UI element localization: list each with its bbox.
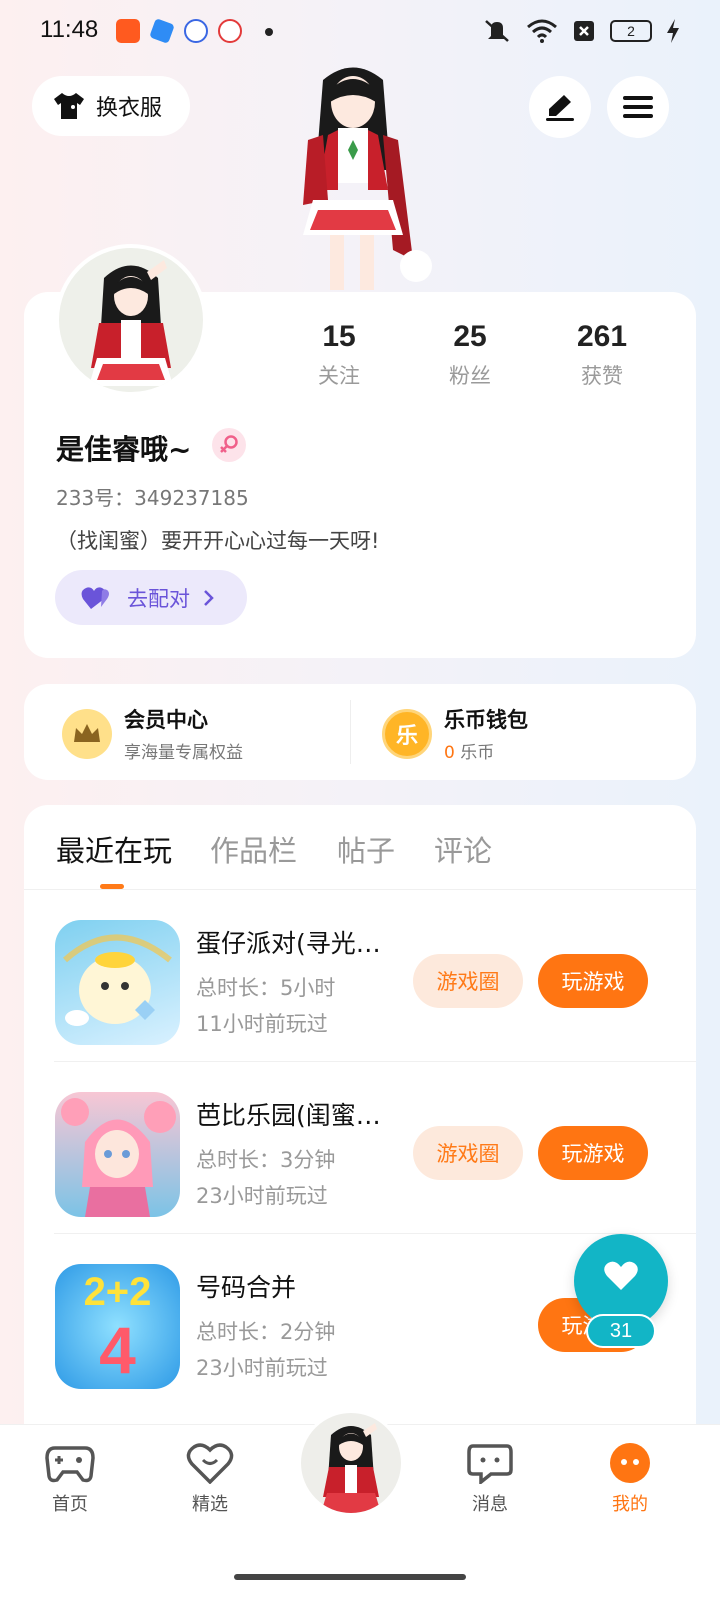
nav-featured[interactable]: 精选: [170, 1442, 250, 1516]
game-duration: 总时长：3分钟: [196, 1148, 336, 1172]
tab-comments[interactable]: 评论: [434, 828, 492, 870]
tshirt-icon: [54, 93, 84, 119]
match-button[interactable]: 去配对: [55, 570, 247, 625]
game-row[interactable]: 芭比乐园(闺蜜… 总时长：3分钟 23小时前玩过 游戏圈 玩游戏: [24, 1062, 696, 1234]
stat-fans[interactable]: 25 粉丝: [415, 320, 525, 390]
game-duration: 总时长：5小时: [196, 976, 336, 1000]
crown-icon: [62, 708, 112, 759]
avatar-3d-character[interactable]: [268, 60, 438, 295]
like-count-badge: 31: [586, 1314, 656, 1348]
double-heart-icon: [81, 586, 109, 609]
female-gender-icon: [212, 428, 246, 462]
game-name: 号码合并: [196, 1273, 297, 1302]
baidu-notification-icon: [218, 19, 242, 43]
member-wallet-card: 会员中心 享海量专属权益 乐 乐币钱包 0 乐币: [24, 684, 696, 780]
game-icon-barbie-park: [55, 1092, 180, 1217]
status-time: 11:48: [40, 16, 99, 43]
gamepad-icon: [45, 1446, 95, 1483]
stat-likes[interactable]: 261 获赞: [547, 320, 657, 390]
game-name: 芭比乐园(闺蜜…: [196, 1101, 381, 1130]
nav-featured-label: 精选: [192, 1494, 228, 1515]
coin-icon-label: 乐: [395, 723, 418, 749]
game-last-played: 11小时前玩过: [196, 1012, 328, 1036]
baidu-notification-icon: [184, 19, 208, 43]
avatar-image: [59, 248, 203, 392]
nav-home[interactable]: 首页: [30, 1442, 110, 1516]
match-label: 去配对: [127, 586, 190, 611]
nickname: 是佳睿哦~: [56, 433, 192, 466]
game-duration: 总时长：2分钟: [196, 1320, 336, 1344]
member-center-subtitle: 享海量专属权益: [124, 743, 243, 763]
coin-wallet-balance: 0 乐币: [444, 738, 528, 763]
edit-profile-button[interactable]: [529, 76, 591, 138]
tab-recently-played[interactable]: 最近在玩: [56, 828, 172, 870]
mute-icon: [485, 20, 509, 42]
nav-home-label: 首页: [52, 1494, 88, 1515]
nav-messages-label: 消息: [472, 1494, 508, 1515]
hamburger-icon: [623, 96, 653, 118]
chat-icon: [467, 1444, 513, 1484]
game-last-played: 23小时前玩过: [196, 1184, 328, 1208]
play-game-button[interactable]: 玩游戏: [538, 954, 648, 1008]
nav-messages[interactable]: 消息: [450, 1442, 530, 1516]
game-icon-result: 4: [99, 1313, 136, 1387]
app-notification-icon: [149, 18, 175, 44]
play-game-button[interactable]: 玩游戏: [538, 1126, 648, 1180]
bio: （找闺蜜）要开开心心过每一天呀!: [56, 529, 380, 553]
change-outfit-button[interactable]: 换衣服: [32, 76, 190, 136]
stat-following-count: 15: [322, 320, 356, 353]
wifi-icon: [527, 19, 557, 43]
no-sim-icon: [574, 21, 594, 41]
coin-unit: 乐币: [454, 743, 495, 763]
stat-likes-count: 261: [576, 320, 628, 353]
member-center[interactable]: 会员中心 享海量专属权益: [62, 704, 243, 763]
chevron-right-icon: [204, 589, 214, 606]
charging-icon: [667, 19, 679, 43]
divider: [350, 700, 351, 764]
coin-wallet[interactable]: 乐 乐币钱包 0 乐币: [382, 704, 528, 763]
stat-following[interactable]: 15 关注: [284, 320, 394, 390]
game-circle-button[interactable]: 游戏圈: [413, 1126, 523, 1180]
game-icon-number-merge: 2+2 4: [55, 1264, 180, 1389]
coin-icon: 乐: [382, 708, 432, 759]
game-circle-button[interactable]: 游戏圈: [413, 954, 523, 1008]
coin-amount: 0: [444, 743, 455, 763]
me-icon: [610, 1443, 650, 1483]
heart-chat-icon: [186, 1443, 234, 1484]
pen-icon: [546, 95, 574, 121]
nav-me-label: 我的: [612, 1494, 648, 1515]
avatar[interactable]: [55, 244, 207, 396]
menu-button[interactable]: [607, 76, 669, 138]
user-id: 233号：349237185: [56, 486, 249, 510]
game-icon-equation: 2+2: [83, 1270, 152, 1314]
more-notifications-dot: [265, 28, 273, 36]
status-icons: 2: [482, 18, 680, 44]
coin-wallet-title: 乐币钱包: [444, 708, 528, 732]
heart-icon: [604, 1261, 638, 1290]
game-icon-eggy-party: [55, 920, 180, 1045]
nav-me[interactable]: 我的: [590, 1442, 670, 1516]
app-notification-icon: [116, 19, 140, 43]
tab-posts[interactable]: 帖子: [337, 828, 395, 870]
tab-works[interactable]: 作品栏: [210, 828, 297, 870]
status-bar: 11:48 2: [0, 0, 720, 64]
game-last-played: 23小时前玩过: [196, 1356, 328, 1380]
game-name: 蛋仔派对(寻光…: [196, 929, 381, 958]
stat-fans-count: 25: [453, 320, 487, 353]
home-indicator: [234, 1574, 466, 1580]
stat-following-label: 关注: [318, 364, 360, 388]
stat-fans-label: 粉丝: [449, 364, 491, 388]
change-outfit-label: 换衣服: [96, 96, 163, 121]
nav-avatar-center[interactable]: [298, 1410, 404, 1516]
member-center-title: 会员中心: [124, 708, 208, 732]
game-row[interactable]: 蛋仔派对(寻光… 总时长：5小时 11小时前玩过 游戏圈 玩游戏: [24, 890, 696, 1062]
stat-likes-label: 获赞: [581, 364, 623, 388]
battery-indicator: 2: [610, 20, 652, 42]
